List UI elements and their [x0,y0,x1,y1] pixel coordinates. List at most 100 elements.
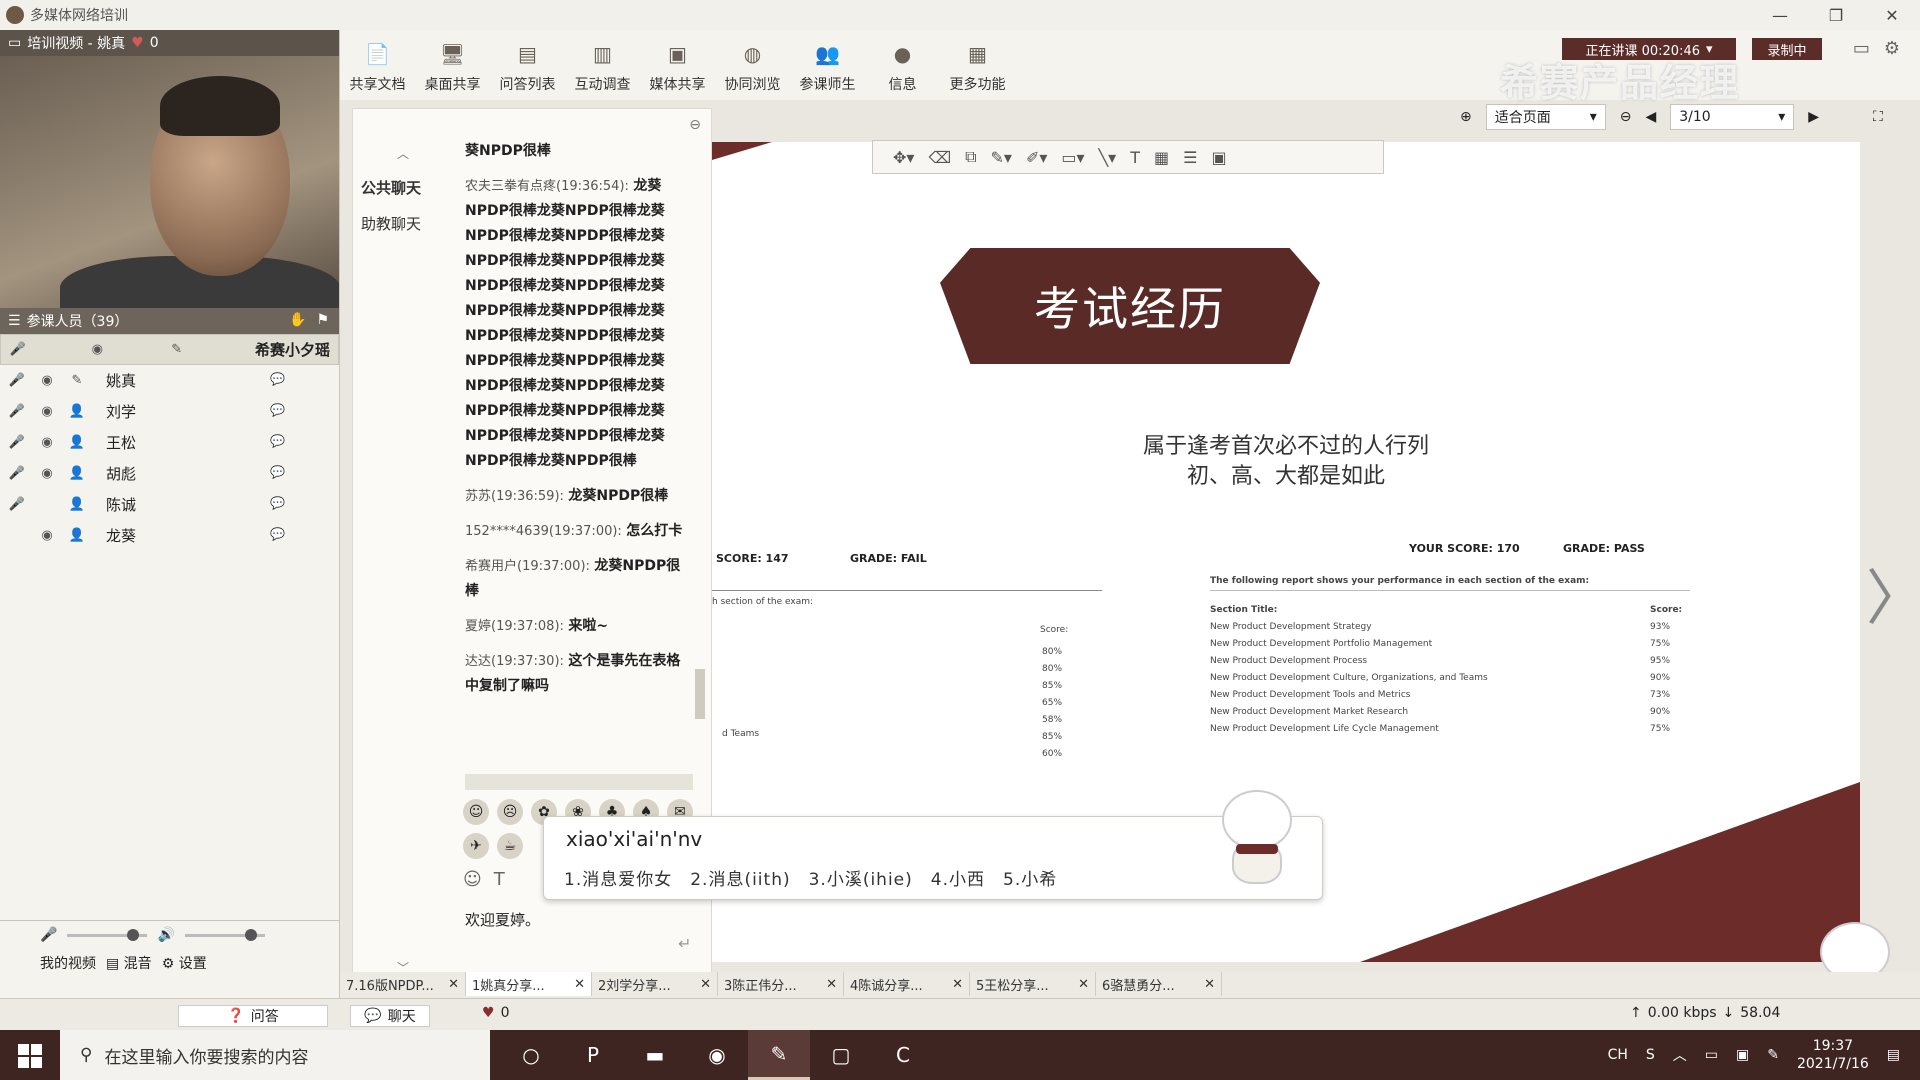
doc-tab[interactable]: 5王松分享... ✕ [970,972,1096,996]
chrome-icon[interactable]: ◉ [686,1030,748,1080]
pen-icon[interactable]: ✎▾ [991,148,1012,167]
participant-item[interactable]: 🎤 ◉ ✎ 姚真 💬 [0,365,339,396]
emoji-icon[interactable]: ☕ [497,833,523,859]
sogou-icon[interactable]: S [1646,1047,1655,1063]
doc-tab[interactable]: 6骆慧勇分... ✕ [1096,972,1222,996]
my-video-button[interactable]: 我的视频 [40,953,96,973]
file-explorer-icon[interactable]: ▬ [624,1030,686,1080]
media-share-button[interactable]: ▣ 媒体共享 [640,30,715,100]
doc-tab[interactable]: 4陈诚分享... ✕ [844,972,970,996]
zoom-in-icon[interactable]: ⊕ [1460,109,1472,125]
info-button[interactable]: ● 信息 [865,30,940,100]
close-icon[interactable]: ✕ [448,977,459,992]
training-app-icon[interactable]: ✎ [748,1030,810,1080]
emoji-icon[interactable]: ✈ [463,833,489,859]
participant-item[interactable]: ◉ 👤 龙葵 💬 [0,520,339,551]
line-icon[interactable]: ╲▾ [1099,148,1117,167]
next-slide-arrow-icon[interactable]: 〉 [1866,550,1920,637]
notification-icon[interactable]: ▤ [1887,1047,1900,1063]
participant-item[interactable]: 🎤 ◉ ✎ 希赛小夕瑶 [0,334,339,365]
attendees-button[interactable]: 👥 参课师生 [790,30,865,100]
ime-candidate[interactable]: 3.小溪(ihie) [809,865,913,890]
chat-input[interactable]: 欢迎夏婷。 [465,909,695,969]
pen-icon[interactable]: ✎ [1767,1047,1779,1063]
crop-icon[interactable]: ⧉ [965,147,976,167]
fill-icon[interactable]: ▦ [1154,148,1169,167]
chat-scrollbar[interactable] [693,159,707,759]
line-width-icon[interactable]: ☰ [1183,148,1197,167]
smiley-icon[interactable]: ☺ [463,869,482,890]
ime-candidate[interactable]: 1.消息爱你女 [564,865,672,890]
ime-candidate[interactable]: 4.小西 [931,865,985,890]
maximize-button[interactable]: ❐ [1808,0,1864,30]
chevron-up-icon[interactable]: ︿ [1673,1045,1687,1065]
clock[interactable]: 19:37 2021/7/16 [1797,1037,1869,1073]
minimize-button[interactable]: — [1752,0,1808,30]
powerpoint-icon[interactable]: P [562,1030,624,1080]
raise-hand-icon[interactable]: ✋ [289,312,306,328]
font-icon[interactable]: T [494,869,505,890]
tab-public-chat[interactable]: 公共聊天 [353,169,453,205]
windows-start-button[interactable] [18,1044,42,1068]
mic-volume-slider[interactable] [67,928,148,941]
settings-button[interactable]: ⚙ 设置 [162,953,207,973]
tab-chat[interactable]: 💬 聊天 [350,1005,430,1027]
ime-lang-indicator[interactable]: CH [1608,1047,1628,1063]
collapse-icon[interactable]: ⊖ [689,117,701,133]
share-doc-button[interactable]: 📄 共享文档 [340,30,415,100]
emoji-icon[interactable]: ☺ [463,799,489,825]
chat-hscrollbar[interactable] [465,774,693,790]
zoom-out-icon[interactable]: ⊖ [1620,109,1632,125]
highlighter-icon[interactable]: ✐▾ [1026,148,1047,167]
co-browse-button[interactable]: ◍ 协同浏览 [715,30,790,100]
doc-tab[interactable]: 1姚真分享... ✕ [466,972,592,996]
save-icon[interactable]: ▣ [1211,148,1226,167]
ime-candidate[interactable]: 5.小希 [1003,865,1057,890]
eraser-icon[interactable]: ⌫ [928,148,951,167]
fullscreen-icon[interactable]: ⛶ [1873,109,1883,125]
tab-qa[interactable]: ❓ 问答 [178,1005,328,1027]
qa-list-button[interactable]: ▤ 问答列表 [490,30,565,100]
close-icon[interactable]: ✕ [1204,977,1215,992]
group-icon[interactable]: ⚑ [316,312,329,328]
doc-tab[interactable]: 2刘学分享... ✕ [592,972,718,996]
close-icon[interactable]: ✕ [1078,977,1089,992]
teacher-video[interactable] [0,56,339,308]
app-icon[interactable]: ▢ [810,1030,872,1080]
close-button[interactable]: ✕ [1864,0,1920,30]
doc-tab[interactable]: 7.16版NPDP... ✕ [340,972,466,996]
gear-icon[interactable]: ⚙ [1884,38,1900,59]
close-icon[interactable]: ✕ [574,977,585,992]
taskbar-search[interactable]: ⚲ 在这里输入你要搜索的内容 [60,1030,490,1080]
page-select[interactable]: 3/10 ▾ [1670,104,1795,130]
more-functions-button[interactable]: ▦ 更多功能 [940,30,1015,100]
participant-item[interactable]: 🎤 ◉ 👤 胡彪 💬 [0,458,339,489]
scroll-up-icon[interactable]: ︿ [397,145,409,162]
app-icon[interactable]: C [872,1030,934,1080]
mix-button[interactable]: ▤ 混音 [106,953,152,973]
task-view-icon[interactable]: ○ [500,1030,562,1080]
tab-assistant-chat[interactable]: 助教聊天 [353,205,453,241]
doc-tab[interactable]: 3陈正伟分... ✕ [718,972,844,996]
close-icon[interactable]: ✕ [700,977,711,992]
participant-item[interactable]: 🎤 ◉ 👤 王松 💬 [0,427,339,458]
next-page-icon[interactable]: ▶ [1808,109,1819,125]
close-icon[interactable]: ✕ [826,977,837,992]
close-icon[interactable]: ✕ [952,977,963,992]
pointer-icon[interactable]: ✥▾ [893,148,914,167]
send-icon[interactable]: ↵ [678,934,691,953]
speaker-volume-slider[interactable] [184,928,265,941]
emoji-icon[interactable]: ☹ [497,799,523,825]
desktop-share-button[interactable]: 🖥 桌面共享 [415,30,490,100]
battery-icon[interactable]: ▭ [1705,1047,1718,1063]
record-button[interactable]: 录制中 [1752,38,1822,60]
fit-select[interactable]: 适合页面 ▾ [1485,104,1606,130]
participant-item[interactable]: 🎤 ◉ 👤 刘学 💬 [0,396,339,427]
layout-icon[interactable]: ▭ [1853,38,1870,59]
text-icon[interactable]: T [1130,148,1140,167]
ime-candidate[interactable]: 2.消息(iith) [690,865,790,890]
prev-page-icon[interactable]: ◀ [1645,109,1656,125]
participant-item[interactable]: 🎤 👤 陈诚 💬 [0,489,339,520]
network-icon[interactable]: ▣ [1736,1047,1749,1063]
rectangle-icon[interactable]: ▭▾ [1061,148,1084,167]
